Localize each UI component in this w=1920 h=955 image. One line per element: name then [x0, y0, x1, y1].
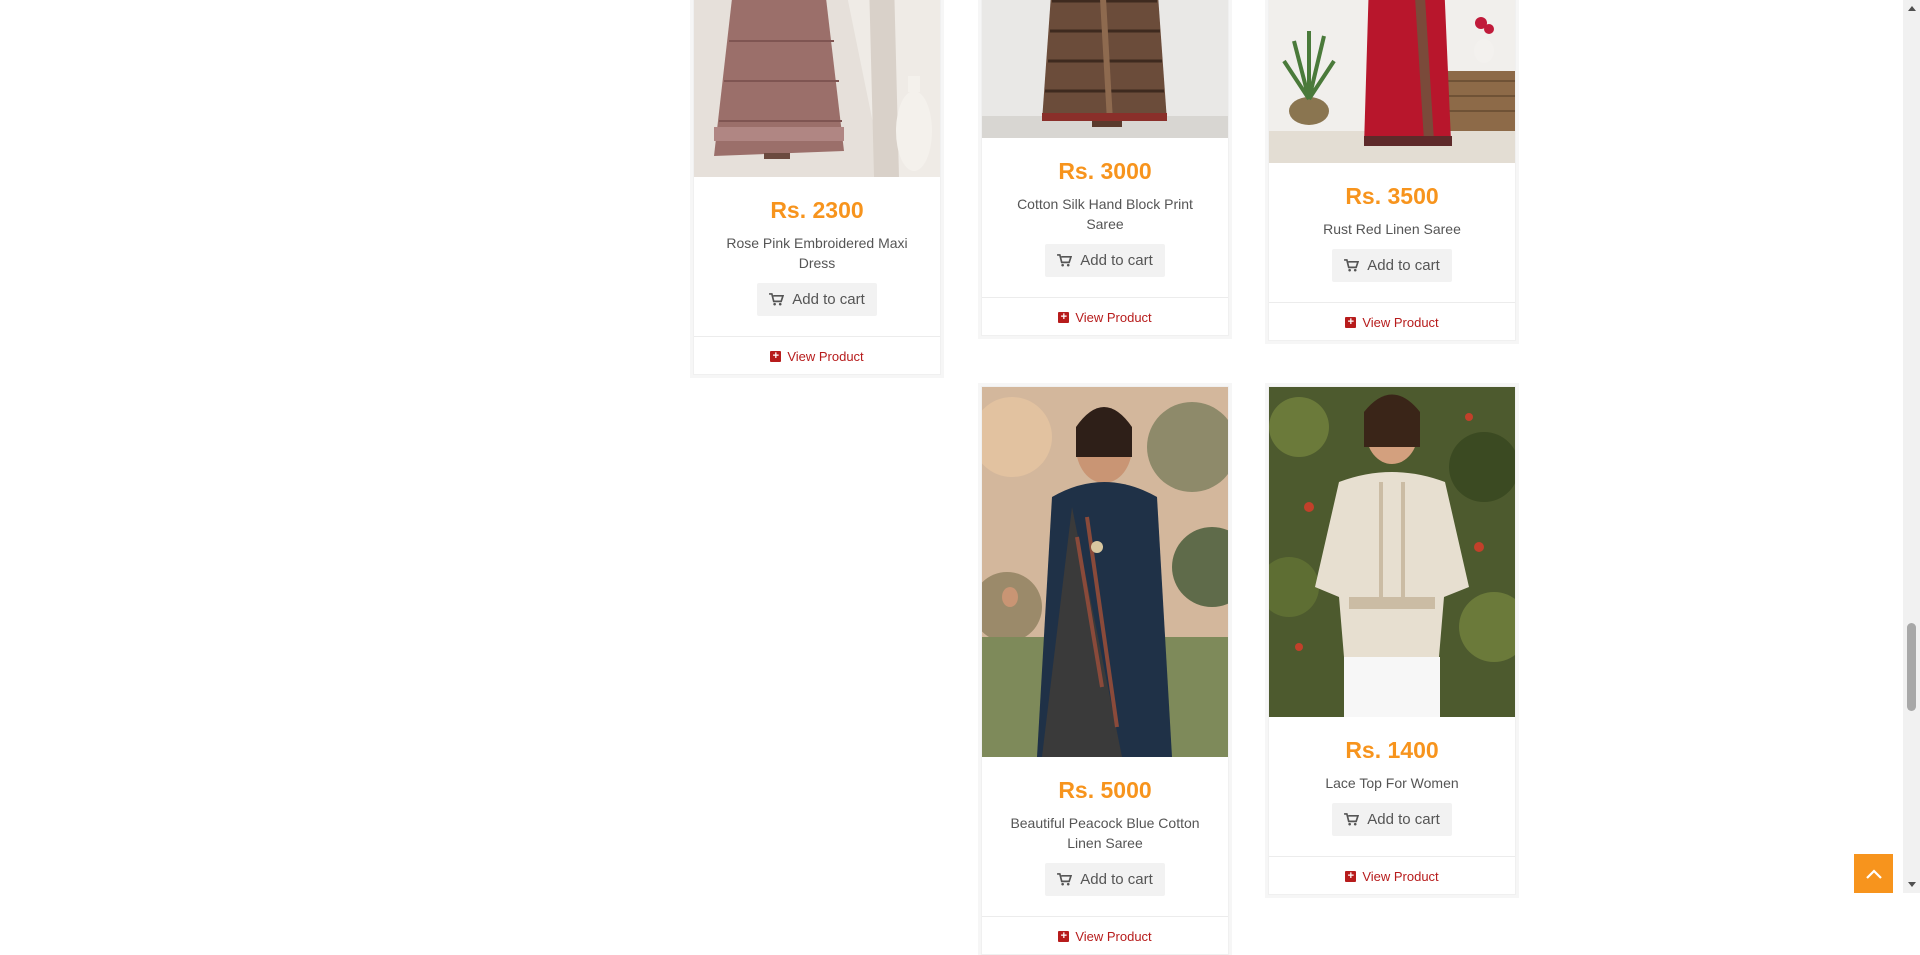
add-to-cart-label: Add to cart [1080, 871, 1153, 888]
add-to-cart-label: Add to cart [1367, 257, 1440, 274]
product-title: Beautiful Peacock Blue Cotton Linen Sare… [1010, 815, 1200, 851]
product-title: Lace Top For Women [1325, 775, 1459, 791]
product-price: Rs. 2300 [770, 197, 864, 223]
plus-square-icon: + [1345, 317, 1357, 328]
add-to-cart-button[interactable]: Add to cart [1045, 863, 1165, 896]
plus-square-icon: + [1058, 312, 1070, 323]
scroll-down-arrow-icon[interactable] [1903, 876, 1920, 893]
scrollbar-thumb[interactable] [1907, 623, 1916, 711]
add-to-cart-label: Add to cart [1367, 811, 1440, 828]
product-card: Rs. 5000 Beautiful Peacock Blue Cotton L… [981, 386, 1229, 955]
view-product-link[interactable]: + View Product [1269, 302, 1515, 340]
plus-square-icon: + [1058, 931, 1070, 942]
product-title: Cotton Silk Hand Block Print Saree [1017, 196, 1193, 232]
product-title: Rust Red Linen Saree [1323, 221, 1461, 237]
view-product-link[interactable]: + View Product [694, 336, 940, 374]
add-to-cart-button[interactable]: Add to cart [1045, 244, 1165, 277]
view-product-label: View Product [787, 349, 864, 364]
view-product-label: View Product [1075, 310, 1152, 325]
product-card: Rs. 3000 Cotton Silk Hand Block Print Sa… [981, 0, 1229, 336]
view-product-label: View Product [1362, 869, 1439, 884]
add-to-cart-button[interactable]: Add to cart [1332, 803, 1452, 836]
scroll-up-arrow-icon[interactable] [1903, 0, 1920, 17]
product-image[interactable] [982, 387, 1228, 757]
scroll-to-top-button[interactable] [1854, 854, 1893, 893]
product-price: Rs. 3500 [1345, 183, 1439, 209]
product-price: Rs. 5000 [1058, 777, 1152, 803]
shopping-cart-icon [1344, 813, 1360, 826]
product-card: Rs. 1400 Lace Top For Women Add to cart … [1268, 386, 1516, 895]
vertical-scrollbar[interactable] [1903, 0, 1920, 893]
view-product-label: View Product [1075, 929, 1152, 944]
product-image[interactable] [694, 0, 940, 177]
add-to-cart-label: Add to cart [1080, 252, 1153, 269]
chevron-up-icon [1865, 868, 1882, 879]
shopping-cart-icon [1344, 259, 1360, 272]
product-image[interactable] [982, 0, 1228, 138]
add-to-cart-label: Add to cart [792, 291, 865, 308]
plus-square-icon: + [770, 351, 782, 362]
add-to-cart-button[interactable]: Add to cart [1332, 249, 1452, 282]
view-product-link[interactable]: + View Product [982, 297, 1228, 335]
plus-square-icon: + [1345, 871, 1357, 882]
product-price: Rs. 1400 [1345, 737, 1439, 763]
shopping-cart-icon [1057, 873, 1073, 886]
view-product-link[interactable]: + View Product [1269, 856, 1515, 894]
view-product-link[interactable]: + View Product [982, 916, 1228, 954]
product-card: Rs. 2300 Rose Pink Embroidered Maxi Dres… [693, 0, 941, 375]
shopping-cart-icon [1057, 254, 1073, 267]
product-card: Rs. 3500 Rust Red Linen Saree Add to car… [1268, 0, 1516, 341]
product-image[interactable] [1269, 387, 1515, 717]
view-product-label: View Product [1362, 315, 1439, 330]
add-to-cart-button[interactable]: Add to cart [757, 283, 877, 316]
product-title: Rose Pink Embroidered Maxi Dress [726, 235, 908, 271]
shopping-cart-icon [769, 293, 785, 306]
product-image[interactable] [1269, 0, 1515, 163]
product-price: Rs. 3000 [1058, 158, 1152, 184]
